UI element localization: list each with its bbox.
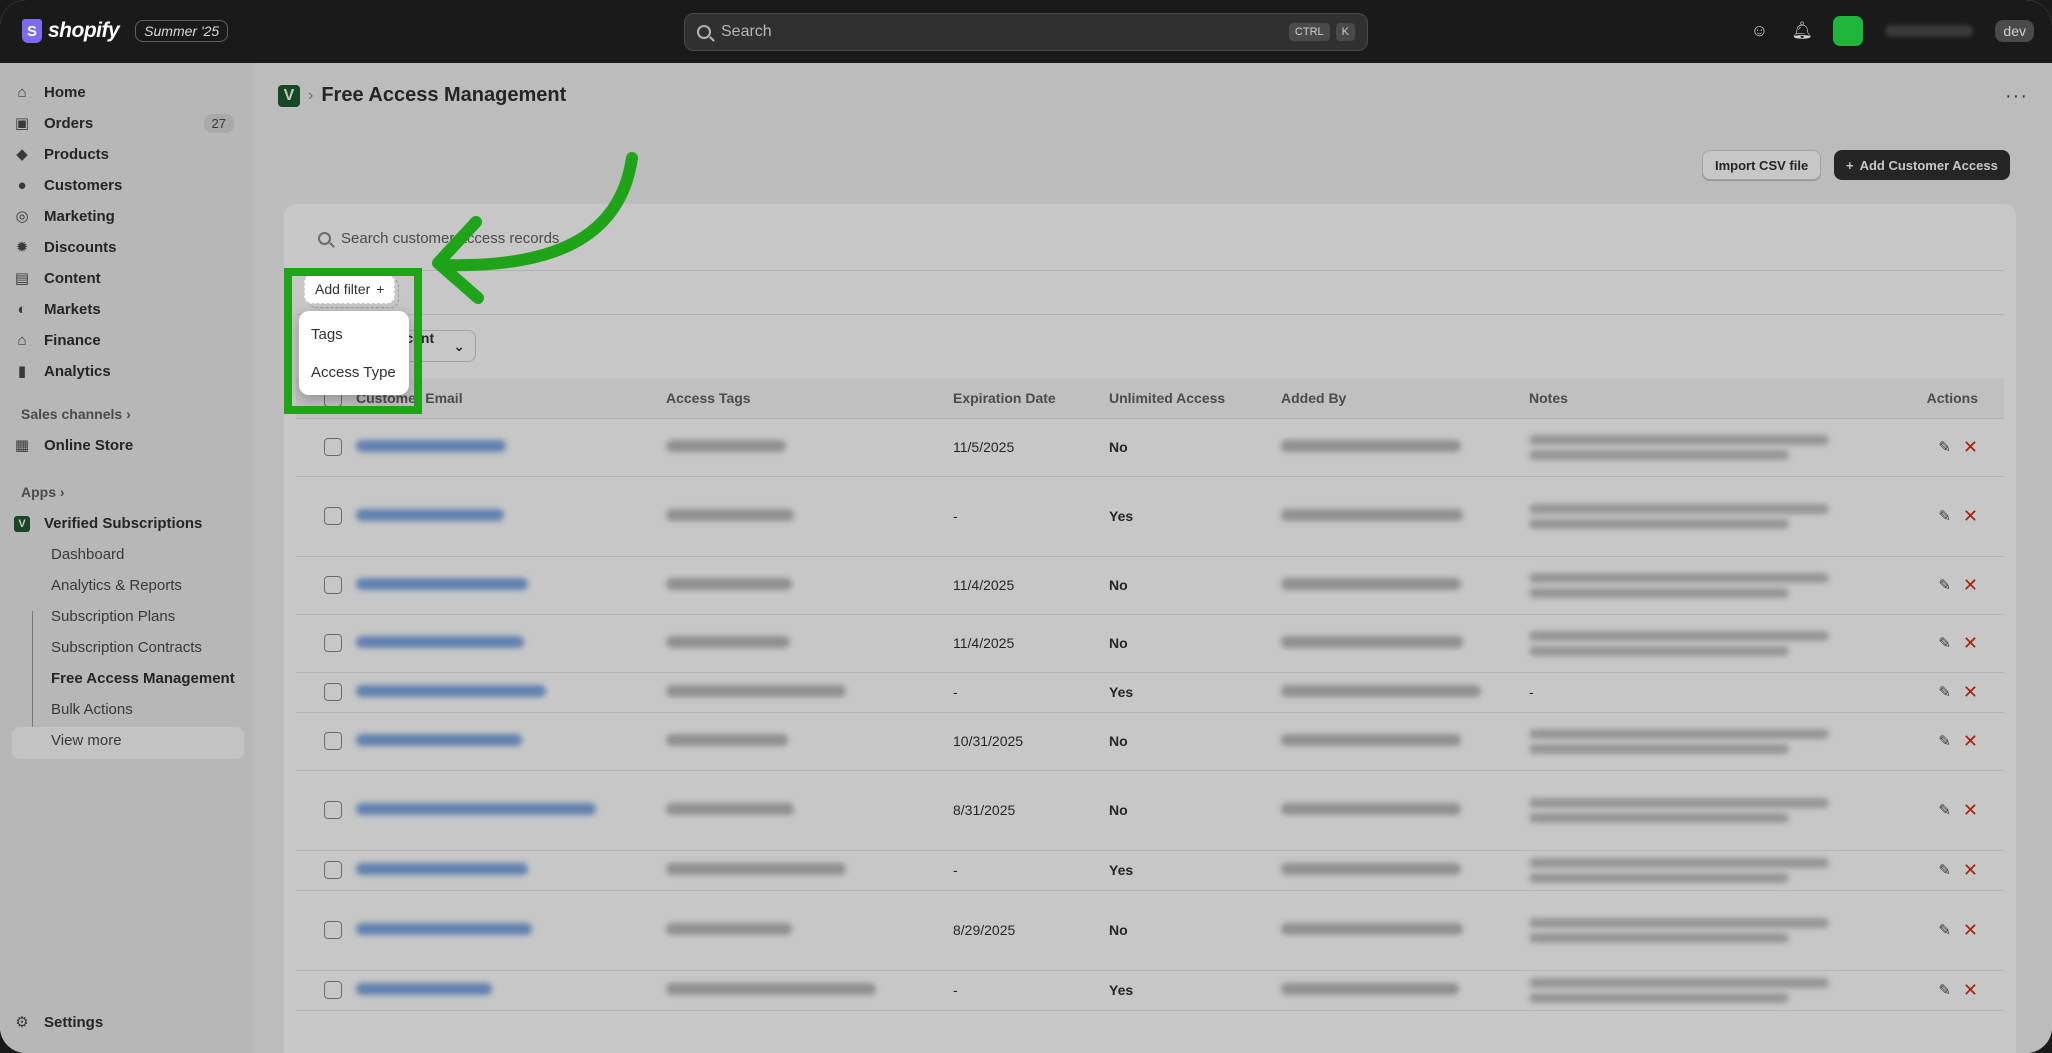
shortcut-k: K [1335, 23, 1355, 41]
search-placeholder: Search [721, 23, 772, 40]
store-name[interactable] [1885, 25, 1974, 37]
global-search-input[interactable]: Search CTRL K [684, 13, 1368, 51]
shopify-logo[interactable]: shopify Summer '25 [22, 19, 229, 43]
season-badge: Summer '25 [135, 20, 229, 42]
top-bar: shopify Summer '25 Search CTRL K ☺ 🔔︎ de… [0, 0, 2052, 63]
annotation-arrow-icon [432, 152, 638, 304]
highlight-box [284, 268, 422, 414]
shopify-bag-icon [22, 19, 42, 43]
logo-text: shopify [48, 19, 120, 42]
search-icon [697, 25, 711, 39]
shortcut-ctrl: CTRL [1288, 23, 1330, 41]
sidekick-icon[interactable]: ☺ [1749, 21, 1769, 41]
bell-icon[interactable]: 🔔︎ [1791, 21, 1813, 41]
modal-dim-overlay [0, 63, 2052, 1053]
store-avatar[interactable] [1833, 16, 1864, 46]
dev-badge: dev [1995, 20, 2034, 42]
app-window: shopify Summer '25 Search CTRL K ☺ 🔔︎ de… [0, 0, 2052, 1053]
top-right-controls: ☺ 🔔︎ dev [1749, 16, 2034, 46]
